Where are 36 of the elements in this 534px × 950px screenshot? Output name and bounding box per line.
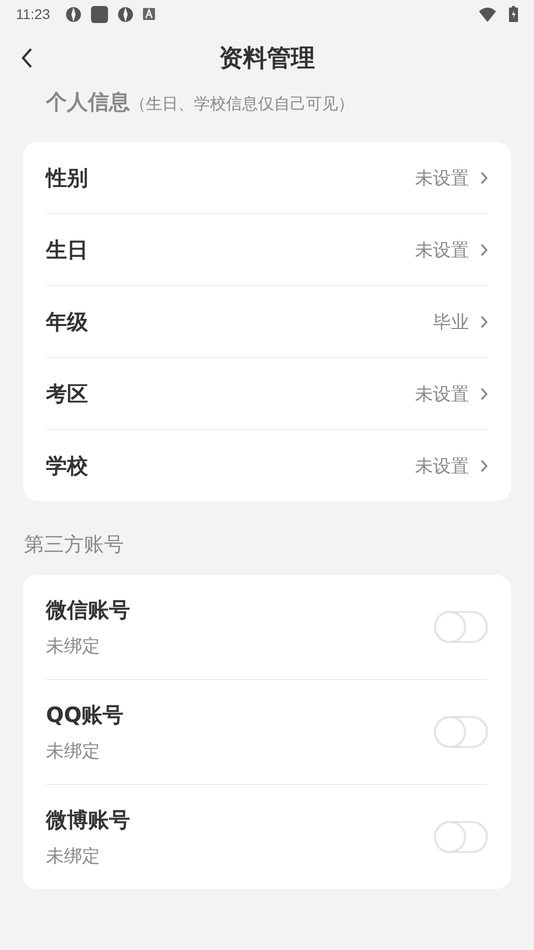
account-label: QQ账号 <box>46 702 124 729</box>
chevron-right-icon[interactable] <box>480 170 488 184</box>
chevron-right-icon[interactable] <box>480 458 488 472</box>
section-note: （生日、学校信息仅自己可见） <box>130 94 354 115</box>
chevron-right-icon[interactable] <box>480 314 488 328</box>
field-label: 考区 <box>46 380 88 408</box>
app-notification-icon <box>117 6 134 22</box>
app-notification-icon <box>65 6 82 22</box>
binding-status: 未绑定 <box>46 635 101 658</box>
field-value[interactable]: 毕业 <box>433 310 469 334</box>
page-title: 资料管理 <box>219 43 315 74</box>
status-time: 11:23 <box>16 6 50 22</box>
wifi-icon <box>479 6 496 22</box>
section-title: 第三方账号 <box>23 531 125 558</box>
section-title: 个人信息 <box>46 89 130 116</box>
field-label: 年级 <box>46 308 88 336</box>
account-label: 微博账号 <box>46 807 130 834</box>
account-label: 微信账号 <box>46 597 130 624</box>
toggle-switch[interactable] <box>434 716 488 748</box>
field-label: 性别 <box>46 164 88 192</box>
chevron-right-icon[interactable] <box>480 386 488 400</box>
toggle-switch[interactable] <box>434 821 488 853</box>
toggle-switch[interactable] <box>434 611 488 643</box>
back-icon[interactable] <box>21 47 33 69</box>
field-value[interactable]: 未设置 <box>415 382 469 406</box>
keyboard-notification-icon <box>143 8 155 20</box>
field-value[interactable]: 未设置 <box>415 166 469 190</box>
battery-icon <box>509 6 518 22</box>
field-value[interactable]: 未设置 <box>415 238 469 262</box>
field-value[interactable]: 未设置 <box>415 454 469 478</box>
binding-status: 未绑定 <box>46 740 101 763</box>
field-label: 学校 <box>46 452 88 480</box>
field-label: 生日 <box>46 236 88 264</box>
chevron-right-icon[interactable] <box>480 242 488 256</box>
binding-status: 未绑定 <box>46 845 101 868</box>
square-notification-icon <box>91 6 108 22</box>
